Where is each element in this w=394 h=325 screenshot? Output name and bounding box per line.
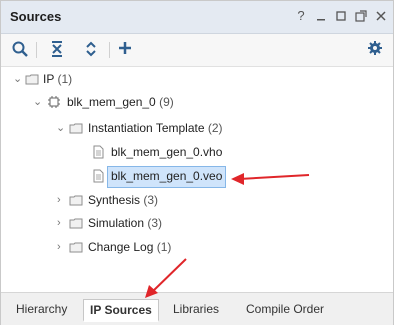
tab-bar: Hierarchy IP Sources Libraries Compile O…: [1, 292, 393, 325]
folder-icon: [25, 72, 39, 86]
collapse-all-icon[interactable]: [47, 40, 67, 60]
folder-icon: [69, 216, 83, 230]
tree-row-synthesis[interactable]: › Synthesis (3): [1, 190, 393, 210]
maximize-icon[interactable]: [333, 8, 349, 24]
tree-label: blk_mem_gen_0 (9): [67, 92, 174, 112]
tree-row-simulation[interactable]: › Simulation (3): [1, 213, 393, 233]
simulation-count: (3): [147, 216, 163, 230]
folder-icon: [69, 240, 83, 254]
panel-title: Sources: [10, 9, 62, 24]
file-icon: [91, 169, 105, 183]
chevron-down-icon[interactable]: ⌄: [13, 74, 23, 85]
toolbar: [1, 34, 393, 67]
file-label: blk_mem_gen_0.veo: [111, 169, 223, 183]
sources-panel: Sources ? ⌄ IP (1) ⌄ blk_mem_gen_0 (9) ⌄…: [0, 0, 394, 325]
ip-count: (1): [57, 72, 73, 86]
sources-tree: ⌄ IP (1) ⌄ blk_mem_gen_0 (9) ⌄ Instantia…: [1, 67, 393, 292]
toolbar-separator: [36, 42, 37, 58]
folder-icon: [69, 121, 83, 135]
tree-row-changelog[interactable]: › Change Log (1): [1, 237, 393, 257]
chevron-right-icon[interactable]: ›: [57, 218, 67, 229]
close-icon[interactable]: [373, 8, 389, 24]
instantiation-label: Instantiation Template: [88, 121, 205, 135]
ip-core-count: (9): [159, 95, 174, 109]
tree-row-instantiation[interactable]: ⌄ Instantiation Template (2): [1, 118, 393, 138]
synthesis-count: (3): [143, 193, 159, 207]
ip-core-label: blk_mem_gen_0: [67, 95, 156, 109]
minimize-icon[interactable]: [313, 8, 329, 24]
chevron-right-icon[interactable]: ›: [57, 195, 67, 206]
tree-label: Simulation (3): [88, 213, 162, 233]
tab-ip-sources[interactable]: IP Sources: [83, 299, 159, 322]
file-icon: [91, 145, 105, 159]
tab-compile-order[interactable]: Compile Order: [240, 299, 330, 319]
toolbar-separator: [109, 42, 110, 58]
tree-label: Change Log (1): [88, 237, 171, 257]
file-label: blk_mem_gen_0.vho: [111, 145, 223, 159]
add-icon[interactable]: [115, 40, 135, 60]
help-icon[interactable]: ?: [293, 8, 309, 24]
tree-label: Instantiation Template (2): [88, 118, 223, 138]
changelog-count: (1): [156, 240, 172, 254]
tab-libraries[interactable]: Libraries: [167, 299, 225, 319]
tree-label: IP (1): [43, 69, 72, 89]
search-icon[interactable]: [10, 40, 30, 60]
chevron-down-icon[interactable]: ⌄: [56, 123, 66, 134]
simulation-label: Simulation: [88, 216, 145, 230]
float-icon[interactable]: [353, 8, 369, 24]
expand-all-icon[interactable]: [81, 40, 101, 60]
gear-icon[interactable]: [365, 40, 385, 60]
changelog-label: Change Log: [88, 240, 154, 254]
instantiation-count: (2): [207, 121, 223, 135]
tree-row-ip-core[interactable]: ⌄ blk_mem_gen_0 (9): [1, 92, 393, 112]
tab-hierarchy[interactable]: Hierarchy: [10, 299, 73, 319]
chevron-right-icon[interactable]: ›: [57, 242, 67, 253]
ip-core-icon: [47, 95, 61, 109]
ip-label: IP: [43, 72, 55, 86]
synthesis-label: Synthesis: [88, 193, 141, 207]
title-bar: Sources ?: [1, 1, 393, 34]
chevron-down-icon[interactable]: ⌄: [33, 97, 43, 108]
folder-icon: [69, 193, 83, 207]
tree-row-file[interactable]: blk_mem_gen_0.vho: [1, 142, 393, 162]
tree-row-file-selected[interactable]: blk_mem_gen_0.veo: [1, 166, 393, 186]
tree-row-ip[interactable]: ⌄ IP (1): [1, 69, 393, 89]
tree-label: Synthesis (3): [88, 190, 158, 210]
